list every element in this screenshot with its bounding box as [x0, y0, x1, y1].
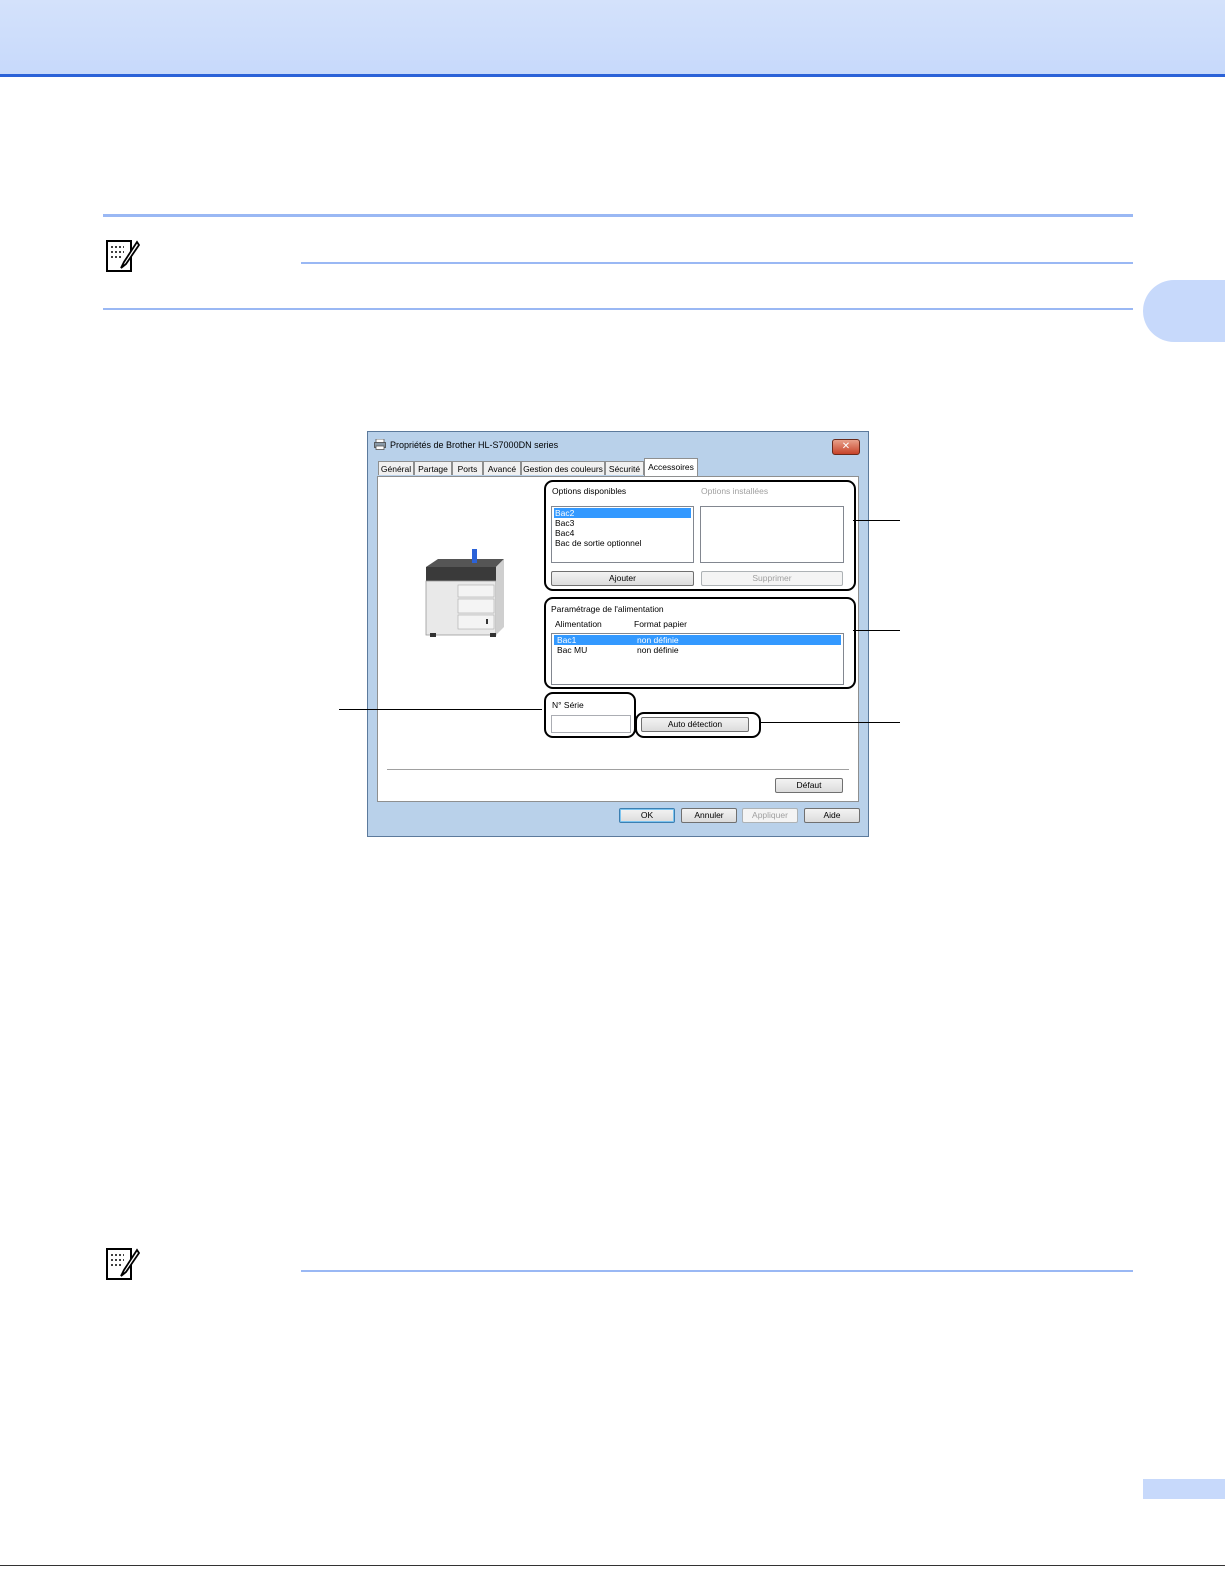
- callout-leader-serial: [339, 709, 542, 710]
- callout-leader-auto-detect: [759, 722, 900, 723]
- page-number-tab: [1143, 1479, 1225, 1499]
- separator: [387, 769, 849, 770]
- tab-accessories[interactable]: Accessoires: [644, 458, 698, 476]
- dialog-title: Propriétés de Brother HL-S7000DN series: [390, 440, 559, 450]
- printer-properties-dialog: Propriétés de Brother HL-S7000DN series …: [367, 431, 869, 837]
- page-header-band: [0, 0, 1225, 77]
- tab-sharing[interactable]: Partage: [414, 461, 452, 475]
- footer-rule: [0, 1565, 1225, 1566]
- chapter-tab: [1143, 280, 1225, 342]
- note-header-rule: [301, 262, 1133, 264]
- tab-general[interactable]: Général: [378, 461, 414, 475]
- cancel-button[interactable]: Annuler: [681, 808, 737, 823]
- note-icon: [106, 240, 140, 272]
- note2-header-rule: [301, 1270, 1133, 1272]
- note-icon: [106, 1248, 140, 1280]
- callout-frame-options: [544, 480, 856, 591]
- dialog-titlebar: Propriétés de Brother HL-S7000DN series …: [368, 432, 868, 456]
- apply-button[interactable]: Appliquer: [742, 808, 798, 823]
- tab-ports[interactable]: Ports: [452, 461, 483, 475]
- help-button[interactable]: Aide: [804, 808, 860, 823]
- default-button[interactable]: Défaut: [775, 778, 843, 793]
- note-top-rule: [103, 214, 1133, 217]
- ok-button[interactable]: OK: [619, 808, 675, 823]
- tab-advanced[interactable]: Avancé: [483, 461, 521, 475]
- tab-color-management[interactable]: Gestion des couleurs: [521, 461, 605, 475]
- note-bottom-rule: [103, 308, 1133, 310]
- close-button[interactable]: ✕: [832, 439, 860, 455]
- printer-icon: [374, 439, 386, 450]
- callout-leader-paper-source: [853, 630, 900, 631]
- callout-frame-serial: [544, 692, 636, 738]
- printer-illustration: [425, 549, 504, 637]
- accessories-panel: Options disponibles Options installées B…: [377, 476, 859, 802]
- callout-frame-auto-detect: [635, 712, 761, 738]
- tab-security[interactable]: Sécurité: [605, 461, 644, 475]
- callout-frame-paper-source: [544, 597, 856, 689]
- callout-leader-options: [853, 520, 900, 521]
